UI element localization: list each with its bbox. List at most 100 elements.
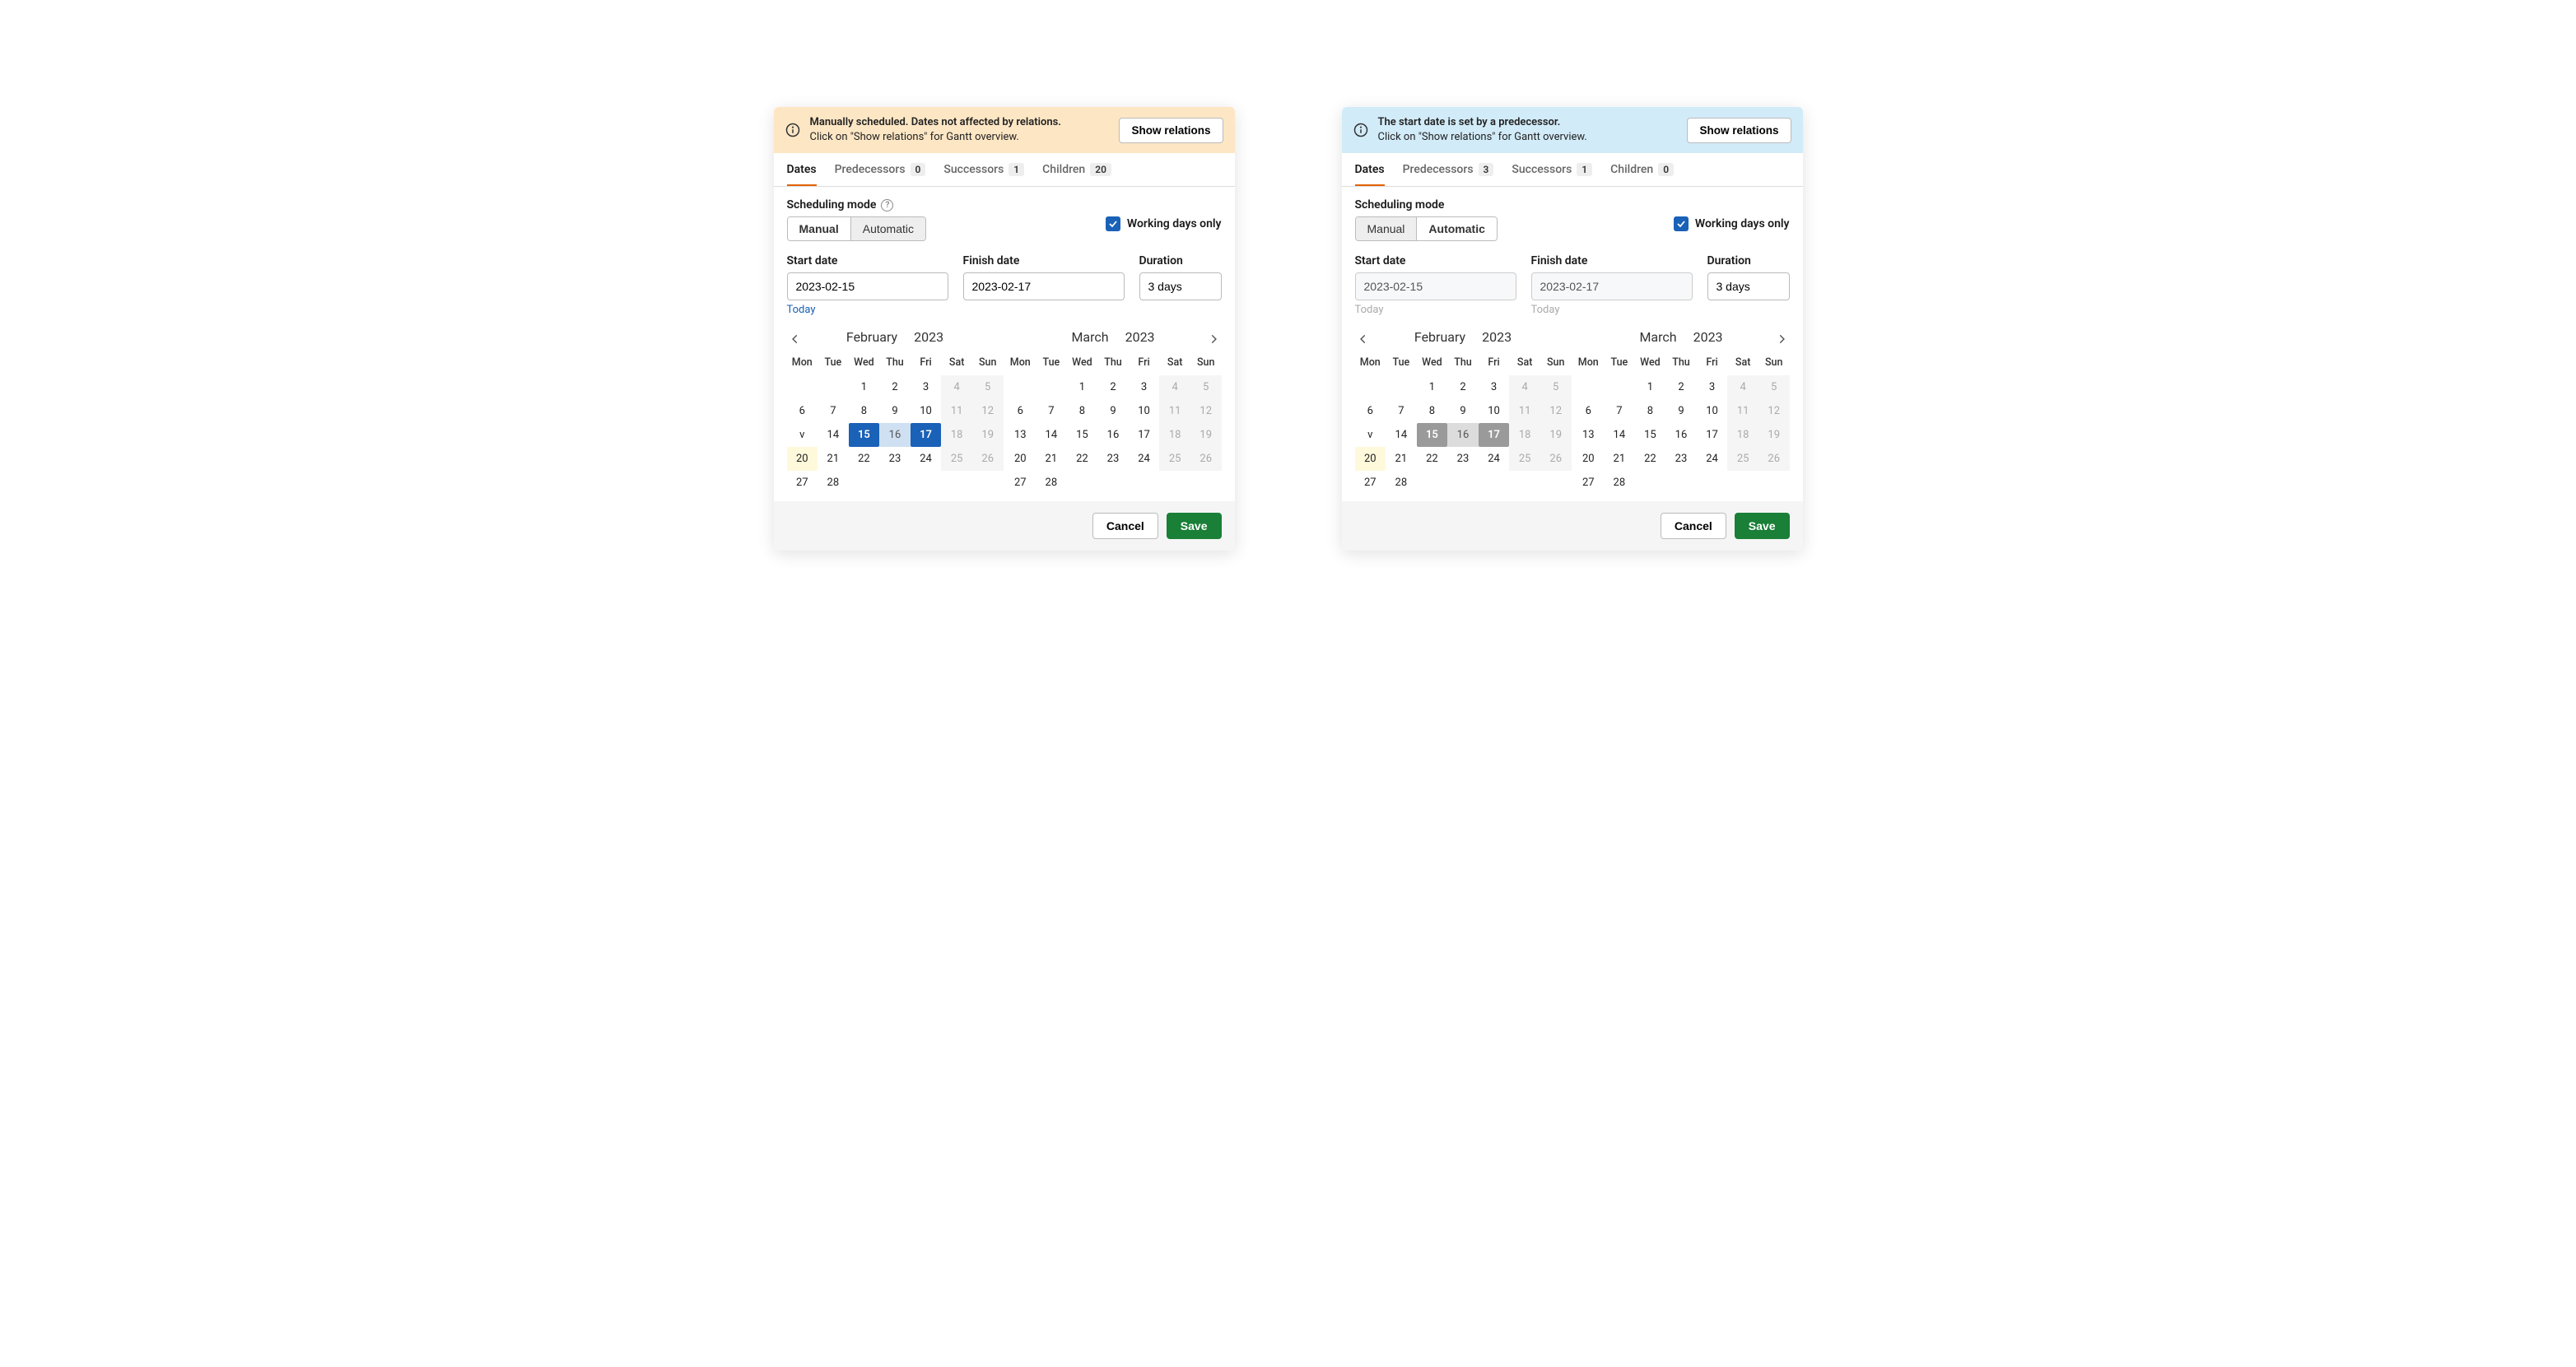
calendar-cell[interactable]: 16 [1665, 423, 1697, 447]
calendar-cell[interactable]: 14 [818, 423, 849, 447]
tab-predecessors[interactable]: Predecessors3 [1403, 153, 1494, 186]
calendar-cell[interactable]: 20 [1573, 447, 1605, 471]
calendar-cell[interactable]: 10 [1129, 399, 1160, 423]
calendar-cell[interactable]: 28 [1036, 471, 1067, 495]
calendar-cell[interactable]: 27 [1005, 471, 1036, 495]
calendar-cell[interactable]: 4 [1509, 375, 1540, 399]
calendar-cell[interactable]: v [1355, 423, 1386, 447]
mode-automatic-button[interactable]: Automatic [1416, 217, 1496, 240]
calendar-cell[interactable]: 8 [1067, 399, 1098, 423]
calendar-cell[interactable]: 14 [1604, 423, 1635, 447]
calendar-cell[interactable]: 11 [1727, 399, 1758, 423]
save-button[interactable]: Save [1167, 513, 1222, 539]
working-days-toggle[interactable]: Working days only [1674, 216, 1790, 231]
calendar-cell[interactable]: 17 [1479, 423, 1510, 447]
calendar-cell[interactable]: 6 [787, 399, 818, 423]
calendar-cell[interactable]: 13 [1573, 423, 1605, 447]
tab-dates[interactable]: Dates [1355, 153, 1385, 186]
calendar-cell[interactable]: 18 [1159, 423, 1190, 447]
calendar-cell[interactable]: 20 [1355, 447, 1386, 471]
calendar-cell[interactable]: 4 [1727, 375, 1758, 399]
cancel-button[interactable]: Cancel [1092, 513, 1158, 539]
calendar-cell[interactable]: 27 [787, 471, 818, 495]
calendar-cell[interactable]: 16 [879, 423, 911, 447]
calendar-cell[interactable]: 11 [1159, 399, 1190, 423]
calendar-cell[interactable]: 2 [1097, 375, 1129, 399]
calendar-cell[interactable]: 2 [879, 375, 911, 399]
calendar-cell[interactable]: 16 [1097, 423, 1129, 447]
calendar-cell[interactable]: 17 [1129, 423, 1160, 447]
calendar-cell[interactable]: 10 [911, 399, 942, 423]
calendar-cell[interactable]: 3 [1129, 375, 1160, 399]
finish-date-input[interactable] [963, 272, 1125, 300]
calendar-cell[interactable]: 21 [1386, 447, 1417, 471]
calendar-cell[interactable]: 9 [1447, 399, 1479, 423]
calendar-cell[interactable]: 24 [1479, 447, 1510, 471]
calendar-cell[interactable]: 18 [941, 423, 972, 447]
calendar-cell[interactable]: 22 [1067, 447, 1098, 471]
calendar-cell[interactable]: 26 [1540, 447, 1572, 471]
calendar-cell[interactable]: 1 [1635, 375, 1666, 399]
duration-input[interactable] [1707, 272, 1790, 300]
calendar-cell[interactable]: 26 [972, 447, 1004, 471]
calendar-cell[interactable]: 27 [1355, 471, 1386, 495]
tab-children[interactable]: Children20 [1042, 153, 1111, 186]
calendar-cell[interactable]: 7 [1386, 399, 1417, 423]
calendar-cell[interactable]: 5 [972, 375, 1004, 399]
calendar-cell[interactable]: 19 [1758, 423, 1790, 447]
calendar-cell[interactable]: 13 [1005, 423, 1036, 447]
calendar-cell[interactable]: 15 [849, 423, 880, 447]
calendar-cell[interactable]: 11 [1509, 399, 1540, 423]
calendar-cell[interactable]: 28 [1386, 471, 1417, 495]
calendar-cell[interactable]: 19 [1190, 423, 1222, 447]
calendar-cell[interactable]: 25 [941, 447, 972, 471]
calendar-cell[interactable]: 24 [1129, 447, 1160, 471]
calendar-cell[interactable]: 26 [1758, 447, 1790, 471]
calendar-cell[interactable]: 5 [1540, 375, 1572, 399]
calendar-cell[interactable]: 15 [1067, 423, 1098, 447]
calendar-cell[interactable]: 3 [1697, 375, 1728, 399]
calendar-cell[interactable]: 28 [1604, 471, 1635, 495]
calendar-cell[interactable]: 12 [1540, 399, 1572, 423]
tab-successors[interactable]: Successors1 [943, 153, 1024, 186]
calendar-cell[interactable]: 22 [849, 447, 880, 471]
tab-dates[interactable]: Dates [787, 153, 817, 186]
calendar-cell[interactable]: 15 [1635, 423, 1666, 447]
calendar-cell[interactable]: 25 [1159, 447, 1190, 471]
calendar-cell[interactable]: 5 [1190, 375, 1222, 399]
calendar-cell[interactable]: 24 [1697, 447, 1728, 471]
calendar-cell[interactable]: 20 [787, 447, 818, 471]
calendar-cell[interactable]: 21 [818, 447, 849, 471]
calendar-cell[interactable]: 23 [879, 447, 911, 471]
save-button[interactable]: Save [1735, 513, 1790, 539]
calendar-cell[interactable]: 24 [911, 447, 942, 471]
calendar-cell[interactable]: 6 [1573, 399, 1605, 423]
calendar-cell[interactable]: 10 [1697, 399, 1728, 423]
start-date-input[interactable] [787, 272, 948, 300]
calendar-cell[interactable]: 3 [911, 375, 942, 399]
calendar-cell[interactable]: 10 [1479, 399, 1510, 423]
next-month-button[interactable] [1204, 329, 1223, 349]
tab-children[interactable]: Children0 [1610, 153, 1674, 186]
calendar-cell[interactable]: 5 [1758, 375, 1790, 399]
calendar-cell[interactable]: 1 [849, 375, 880, 399]
calendar-cell[interactable]: 18 [1509, 423, 1540, 447]
calendar-cell[interactable]: 22 [1417, 447, 1448, 471]
calendar-cell[interactable]: 23 [1097, 447, 1129, 471]
tab-successors[interactable]: Successors1 [1512, 153, 1592, 186]
calendar-cell[interactable]: 16 [1447, 423, 1479, 447]
calendar-cell[interactable]: 12 [1190, 399, 1222, 423]
duration-input[interactable] [1139, 272, 1222, 300]
calendar-cell[interactable]: 7 [1604, 399, 1635, 423]
next-month-button[interactable] [1772, 329, 1791, 349]
calendar-cell[interactable]: 23 [1447, 447, 1479, 471]
mode-manual-button[interactable]: Manual [788, 217, 850, 240]
cancel-button[interactable]: Cancel [1661, 513, 1726, 539]
calendar-cell[interactable]: v [787, 423, 818, 447]
calendar-cell[interactable]: 15 [1417, 423, 1448, 447]
calendar-cell[interactable]: 9 [1097, 399, 1129, 423]
calendar-cell[interactable]: 3 [1479, 375, 1510, 399]
calendar-cell[interactable]: 7 [1036, 399, 1067, 423]
today-link[interactable]: Today [787, 304, 816, 316]
calendar-cell[interactable]: 21 [1036, 447, 1067, 471]
